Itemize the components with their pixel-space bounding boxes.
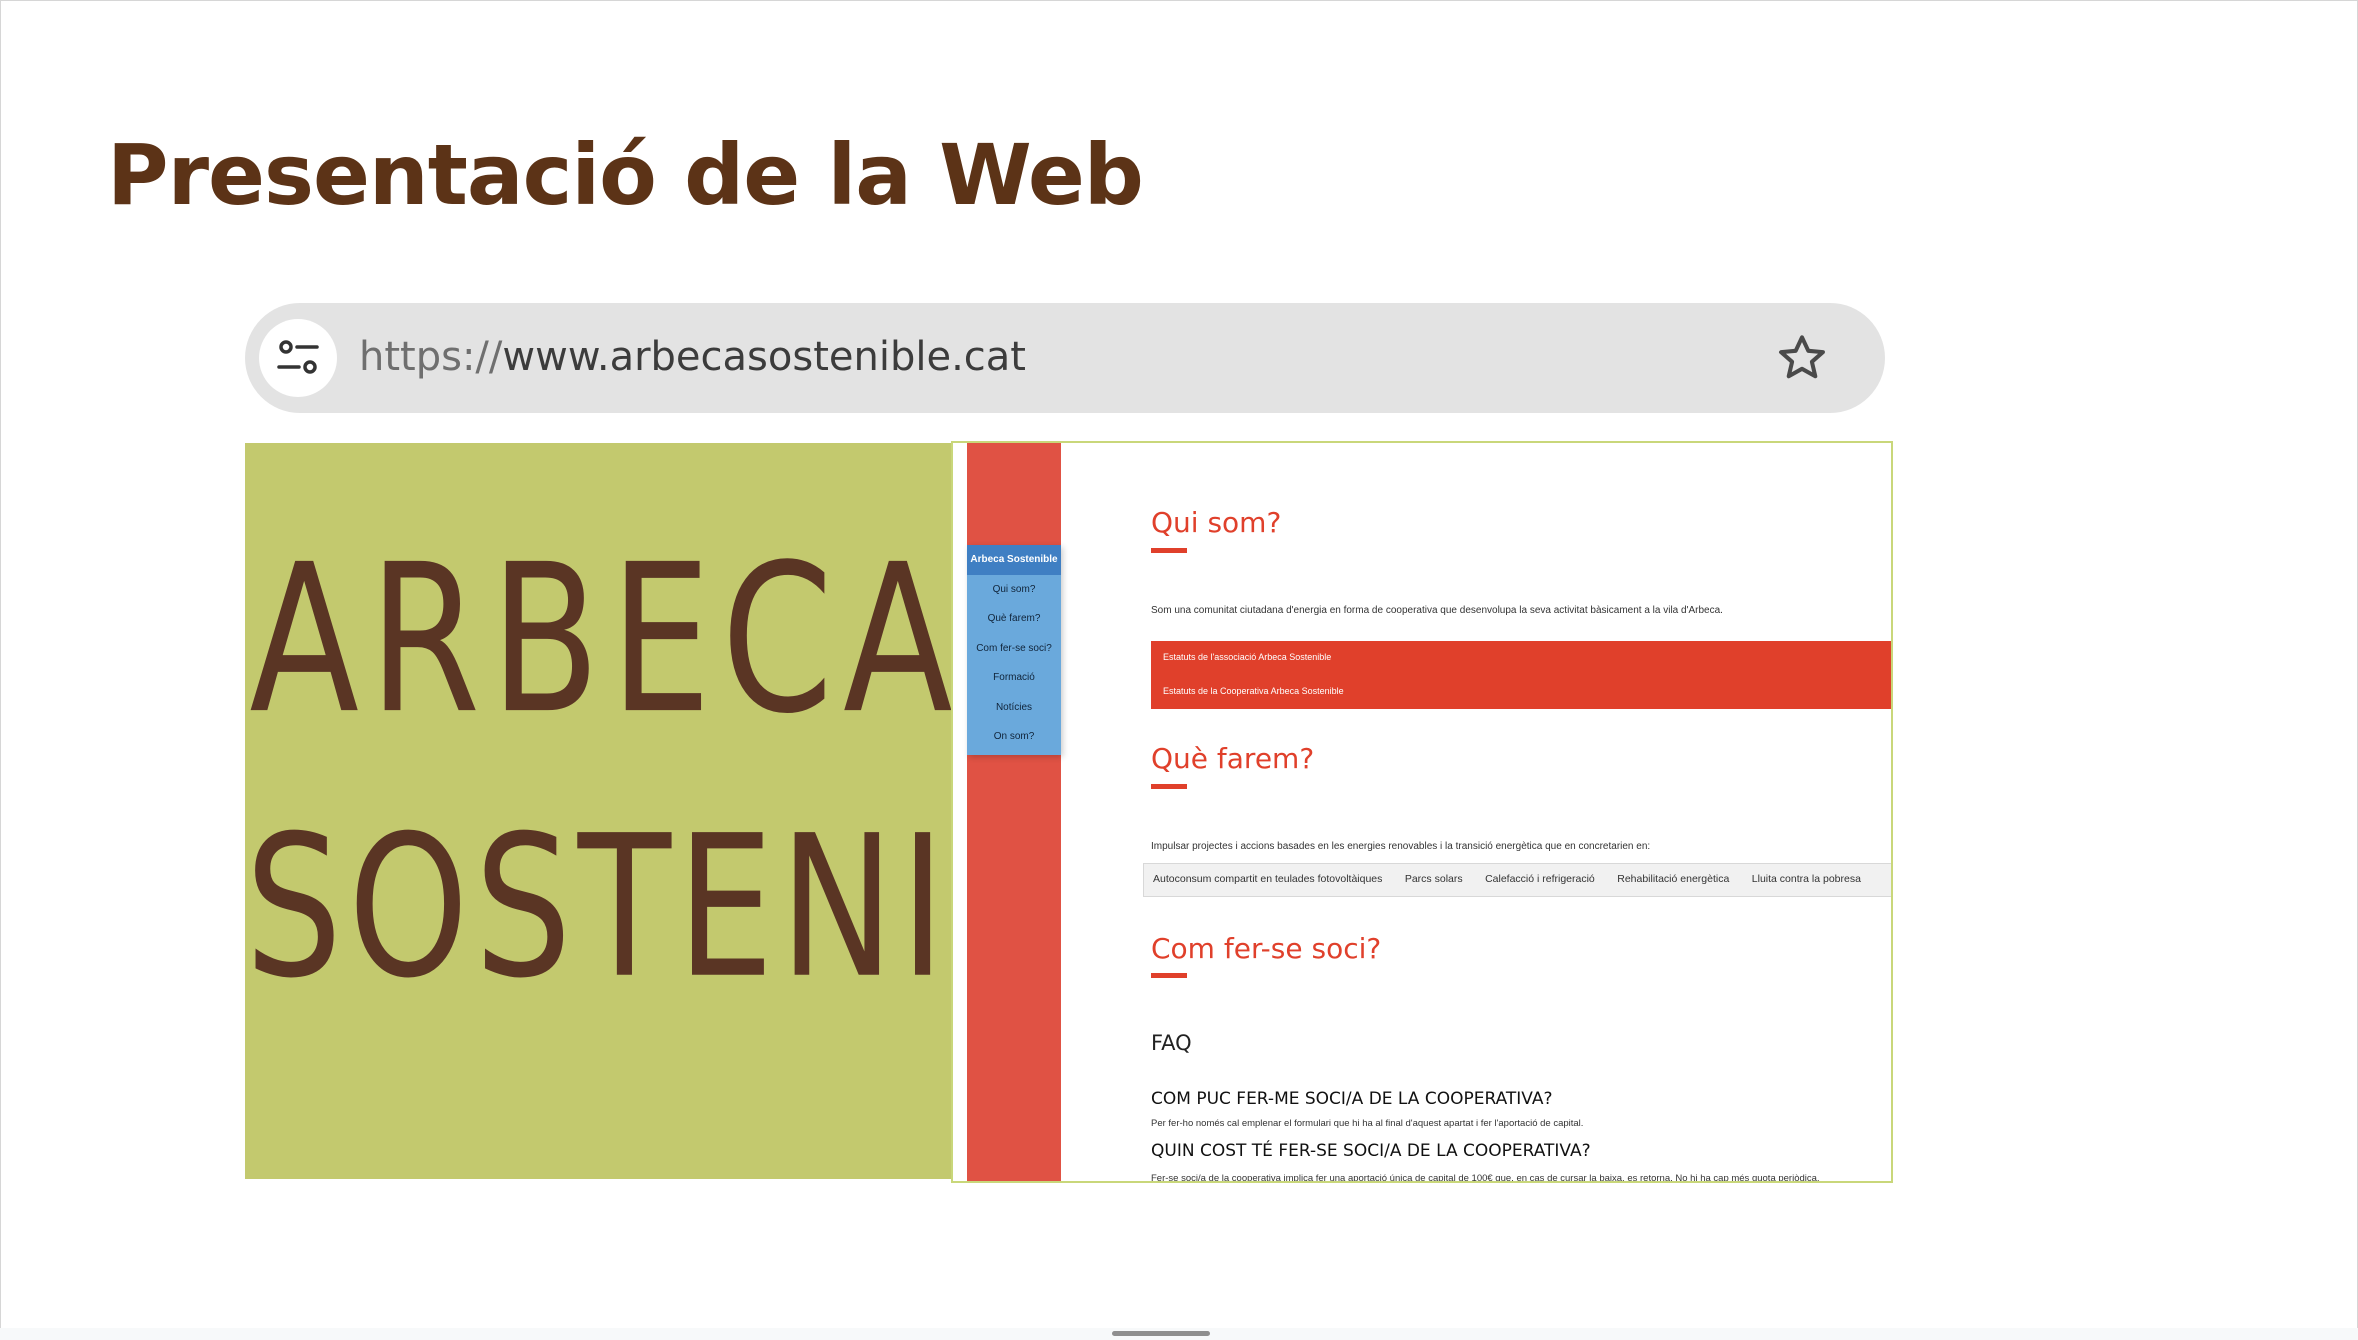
tab-calefaccio[interactable]: Calefacció i refrigeració [1476, 864, 1604, 894]
address-bar[interactable]: https://www.arbecasostenible.cat [245, 303, 1885, 413]
website-screenshot: Arbeca Sostenible Qui som? Què farem? Co… [951, 441, 1893, 1183]
section-underline [1151, 548, 1187, 553]
nav-item-com-fer-se-soci[interactable]: Com fer-se soci? [967, 634, 1061, 664]
section-title-com-fer-se-soci: Com fer-se soci? [1151, 932, 1382, 965]
tune-icon [277, 340, 319, 374]
nav-item-qui-som[interactable]: Qui som? [967, 575, 1061, 605]
faq-answer-1: Per fer-ho només cal emplenar el formula… [1151, 1118, 1584, 1129]
site-nav-menu: Arbeca Sostenible Qui som? Què farem? Co… [967, 545, 1061, 755]
tab-rehabilitacio[interactable]: Rehabilitació energètica [1608, 864, 1738, 894]
logo-text-arbeca: ARBECA [249, 520, 963, 759]
statutes-association-link[interactable]: Estatuts de l'associació Arbeca Sostenib… [1163, 653, 1331, 662]
section-underline [1151, 784, 1187, 789]
nav-item-arbeca-sostenible[interactable]: Arbeca Sostenible [967, 545, 1061, 575]
statutes-cooperative-link[interactable]: Estatuts de la Cooperativa Arbeca Sosten… [1163, 687, 1344, 696]
tab-parcs-solars[interactable]: Parcs solars [1396, 864, 1472, 894]
tab-pobresa[interactable]: Lluita contra la pobresa [1743, 864, 1870, 894]
slide: Presentació de la Web https://www.arbeca… [0, 0, 2358, 1329]
nav-item-on-som[interactable]: On som? [967, 722, 1061, 752]
url-host: www.arbecasostenible.cat [502, 334, 1026, 380]
section-underline [1151, 973, 1187, 978]
logo-panel: ARBECA SOSTENIBLE [245, 443, 1256, 1179]
qui-som-text: Som una comunitat ciutadana d'energia en… [1151, 605, 1723, 616]
section-title-qui-som: Qui som? [1151, 506, 1282, 539]
statutes-box: Estatuts de l'associació Arbeca Sostenib… [1151, 641, 1891, 709]
scroll-handle[interactable] [1112, 1331, 1210, 1336]
project-tabs: Autoconsum compartit en teulades fotovol… [1143, 863, 1891, 897]
section-title-que-farem: Què farem? [1151, 742, 1315, 775]
url-scheme: https:// [359, 334, 503, 380]
faq-question-1[interactable]: COM PUC FER-ME SOCI/A DE LA COOPERATIVA? [1151, 1091, 1552, 1108]
tab-autoconsum[interactable]: Autoconsum compartit en teulades fotovol… [1144, 864, 1391, 894]
site-settings-button[interactable] [259, 319, 337, 397]
faq-label: FAQ [1151, 1031, 1192, 1055]
slide-title: Presentació de la Web [107, 126, 1144, 224]
nav-item-formacio[interactable]: Formació [967, 663, 1061, 693]
que-farem-text: Impulsar projectes i accions basades en … [1151, 841, 1651, 852]
faq-question-2[interactable]: QUIN COST TÉ FER-SE SOCI/A DE LA COOPERA… [1151, 1143, 1591, 1160]
nav-item-que-farem[interactable]: Què farem? [967, 604, 1061, 634]
faq-answer-2: Fer-se soci/a de la cooperativa implica … [1151, 1173, 1820, 1183]
nav-item-noticies[interactable]: Notícies [967, 693, 1061, 723]
bookmark-star-icon[interactable] [1775, 331, 1829, 385]
url-text[interactable]: https://www.arbecasostenible.cat [359, 335, 1026, 379]
logo-text-sostenible: SOSTENIBLE [245, 794, 1256, 1022]
